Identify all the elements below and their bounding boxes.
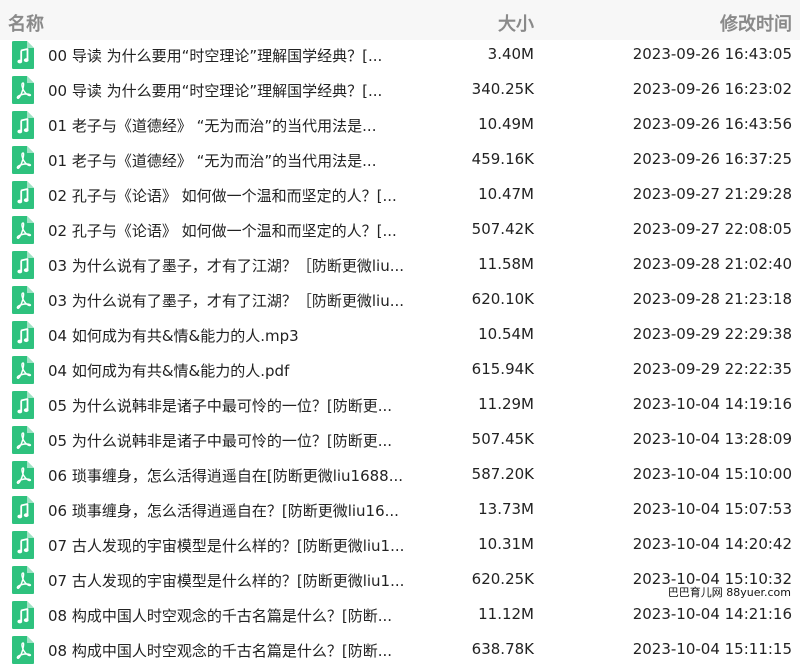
file-modified-time: 2023-10-04 14:20:42 [632, 535, 792, 553]
file-name: 08 构成中国人时空观念的千古名篇是什么？[防断... [48, 607, 393, 625]
file-modified-time: 2023-09-26 16:43:05 [632, 45, 792, 63]
file-size: 10.31M [478, 535, 534, 553]
file-modified-time: 2023-09-26 16:43:56 [632, 115, 792, 133]
file-modified-time: 2023-10-04 14:21:16 [632, 605, 792, 623]
file-size: 11.58M [478, 255, 534, 273]
music-note-icon [11, 180, 35, 210]
file-name: 03 为什么说有了墨子，才有了江湖？［防断更微liu... [48, 257, 405, 275]
column-header-size[interactable]: 大小 [498, 10, 534, 36]
file-modified-time: 2023-10-04 15:11:15 [632, 640, 792, 658]
file-size: 10.47M [478, 185, 534, 203]
file-modified-time: 2023-10-04 15:10:00 [632, 465, 792, 483]
file-name: 02 孔子与《论语》 如何做一个温和而坚定的人？[... [48, 222, 397, 240]
file-name: 08 构成中国人时空观念的千古名篇是什么？[防断... [48, 642, 393, 660]
file-row[interactable]: 04 如何成为有共&情&能力的人.pdf 615.94K 2023-09-29 … [0, 352, 800, 387]
file-name: 00 导读 为什么要用“时空理论”理解国学经典？[... [48, 82, 383, 100]
file-size: 11.29M [478, 395, 534, 413]
file-name: 01 老子与《道德经》 “无为而治”的当代用法是... [48, 117, 377, 135]
file-modified-time: 2023-09-28 21:02:40 [632, 255, 792, 273]
file-list: 00 导读 为什么要用“时空理论”理解国学经典？[... 3.40M 2023-… [0, 37, 800, 667]
file-size: 10.54M [478, 325, 534, 343]
file-row[interactable]: 05 为什么说韩非是诸子中最可怜的一位？[防断更... 507.45K 2023… [0, 422, 800, 457]
file-size: 459.16K [471, 150, 534, 168]
file-name: 06 琐事缠身，怎么活得逍遥自在[防断更微liu1688... [48, 467, 404, 485]
music-note-icon [11, 250, 35, 280]
file-name: 02 孔子与《论语》 如何做一个温和而坚定的人？[... [48, 187, 397, 205]
watermark: 巴巴育儿网 88yuer.com [664, 584, 794, 600]
column-header-modified-time[interactable]: 修改时间 [720, 10, 792, 36]
file-name: 04 如何成为有共&情&能力的人.pdf [48, 362, 290, 380]
music-note-icon [11, 110, 35, 140]
file-size: 3.40M [487, 45, 534, 63]
file-modified-time: 2023-09-27 21:29:28 [632, 185, 792, 203]
file-modified-time: 2023-10-04 13:28:09 [632, 430, 792, 448]
file-name: 05 为什么说韩非是诸子中最可怜的一位？[防断更... [48, 432, 393, 450]
file-modified-time: 2023-09-28 21:23:18 [632, 290, 792, 308]
file-name: 00 导读 为什么要用“时空理论”理解国学经典？[... [48, 47, 383, 65]
file-size: 615.94K [471, 360, 534, 378]
file-modified-time: 2023-10-04 15:07:53 [632, 500, 792, 518]
file-row[interactable]: 04 如何成为有共&情&能力的人.mp3 10.54M 2023-09-29 2… [0, 317, 800, 352]
file-size: 11.12M [478, 605, 534, 623]
file-row[interactable]: 02 孔子与《论语》 如何做一个温和而坚定的人？[... 507.42K 202… [0, 212, 800, 247]
file-name: 01 老子与《道德经》 “无为而治”的当代用法是... [48, 152, 377, 170]
file-row[interactable]: 06 琐事缠身，怎么活得逍遥自在[防断更微liu1688... 587.20K … [0, 457, 800, 492]
pdf-icon [11, 635, 35, 665]
file-name: 06 琐事缠身，怎么活得逍遥自在？[防断更微liu16... [48, 502, 399, 520]
file-row[interactable]: 03 为什么说有了墨子，才有了江湖？［防断更微liu... 11.58M 202… [0, 247, 800, 282]
file-modified-time: 2023-09-27 22:08:05 [632, 220, 792, 238]
pdf-icon [11, 565, 35, 595]
pdf-icon [11, 355, 35, 385]
file-modified-time: 2023-09-29 22:22:35 [632, 360, 792, 378]
music-note-icon [11, 495, 35, 525]
file-modified-time: 2023-10-04 14:19:16 [632, 395, 792, 413]
file-modified-time: 2023-09-26 16:23:02 [632, 80, 792, 98]
file-modified-time: 2023-09-26 16:37:25 [632, 150, 792, 168]
file-name: 03 为什么说有了墨子，才有了江湖？［防断更微liu... [48, 292, 405, 310]
file-size: 620.25K [471, 570, 534, 588]
pdf-icon [11, 425, 35, 455]
column-header-name[interactable]: 名称 [8, 10, 44, 36]
file-name: 07 古人发现的宇宙模型是什么样的？[防断更微liu1... [48, 572, 405, 590]
pdf-icon [11, 145, 35, 175]
file-size: 507.42K [471, 220, 534, 238]
file-size: 507.45K [471, 430, 534, 448]
pdf-icon [11, 285, 35, 315]
file-size: 587.20K [471, 465, 534, 483]
file-row[interactable]: 01 老子与《道德经》 “无为而治”的当代用法是... 10.49M 2023-… [0, 107, 800, 142]
file-row[interactable]: 00 导读 为什么要用“时空理论”理解国学经典？[... 3.40M 2023-… [0, 37, 800, 72]
file-size: 13.73M [478, 500, 534, 518]
file-row[interactable]: 06 琐事缠身，怎么活得逍遥自在？[防断更微liu16... 13.73M 20… [0, 492, 800, 527]
pdf-icon [11, 460, 35, 490]
file-row[interactable]: 00 导读 为什么要用“时空理论”理解国学经典？[... 340.25K 202… [0, 72, 800, 107]
file-name: 05 为什么说韩非是诸子中最可怜的一位？[防断更... [48, 397, 393, 415]
music-note-icon [11, 320, 35, 350]
file-row[interactable]: 07 古人发现的宇宙模型是什么样的？[防断更微liu1... 10.31M 20… [0, 527, 800, 562]
file-list-header: 名称 大小 修改时间 [0, 0, 800, 40]
music-note-icon [11, 390, 35, 420]
file-row[interactable]: 08 构成中国人时空观念的千古名篇是什么？[防断... 11.12M 2023-… [0, 597, 800, 632]
file-row[interactable]: 01 老子与《道德经》 “无为而治”的当代用法是... 459.16K 2023… [0, 142, 800, 177]
file-size: 340.25K [471, 80, 534, 98]
file-row[interactable]: 02 孔子与《论语》 如何做一个温和而坚定的人？[... 10.47M 2023… [0, 177, 800, 212]
file-name: 04 如何成为有共&情&能力的人.mp3 [48, 327, 299, 345]
music-note-icon [11, 600, 35, 630]
music-note-icon [11, 40, 35, 70]
file-name: 07 古人发现的宇宙模型是什么样的？[防断更微liu1... [48, 537, 405, 555]
music-note-icon [11, 530, 35, 560]
file-size: 620.10K [471, 290, 534, 308]
file-modified-time: 2023-09-29 22:29:38 [632, 325, 792, 343]
file-size: 638.78K [471, 640, 534, 658]
file-row[interactable]: 08 构成中国人时空观念的千古名篇是什么？[防断... 638.78K 2023… [0, 632, 800, 667]
pdf-icon [11, 215, 35, 245]
file-size: 10.49M [478, 115, 534, 133]
pdf-icon [11, 75, 35, 105]
file-row[interactable]: 03 为什么说有了墨子，才有了江湖？［防断更微liu... 620.10K 20… [0, 282, 800, 317]
file-row[interactable]: 05 为什么说韩非是诸子中最可怜的一位？[防断更... 11.29M 2023-… [0, 387, 800, 422]
